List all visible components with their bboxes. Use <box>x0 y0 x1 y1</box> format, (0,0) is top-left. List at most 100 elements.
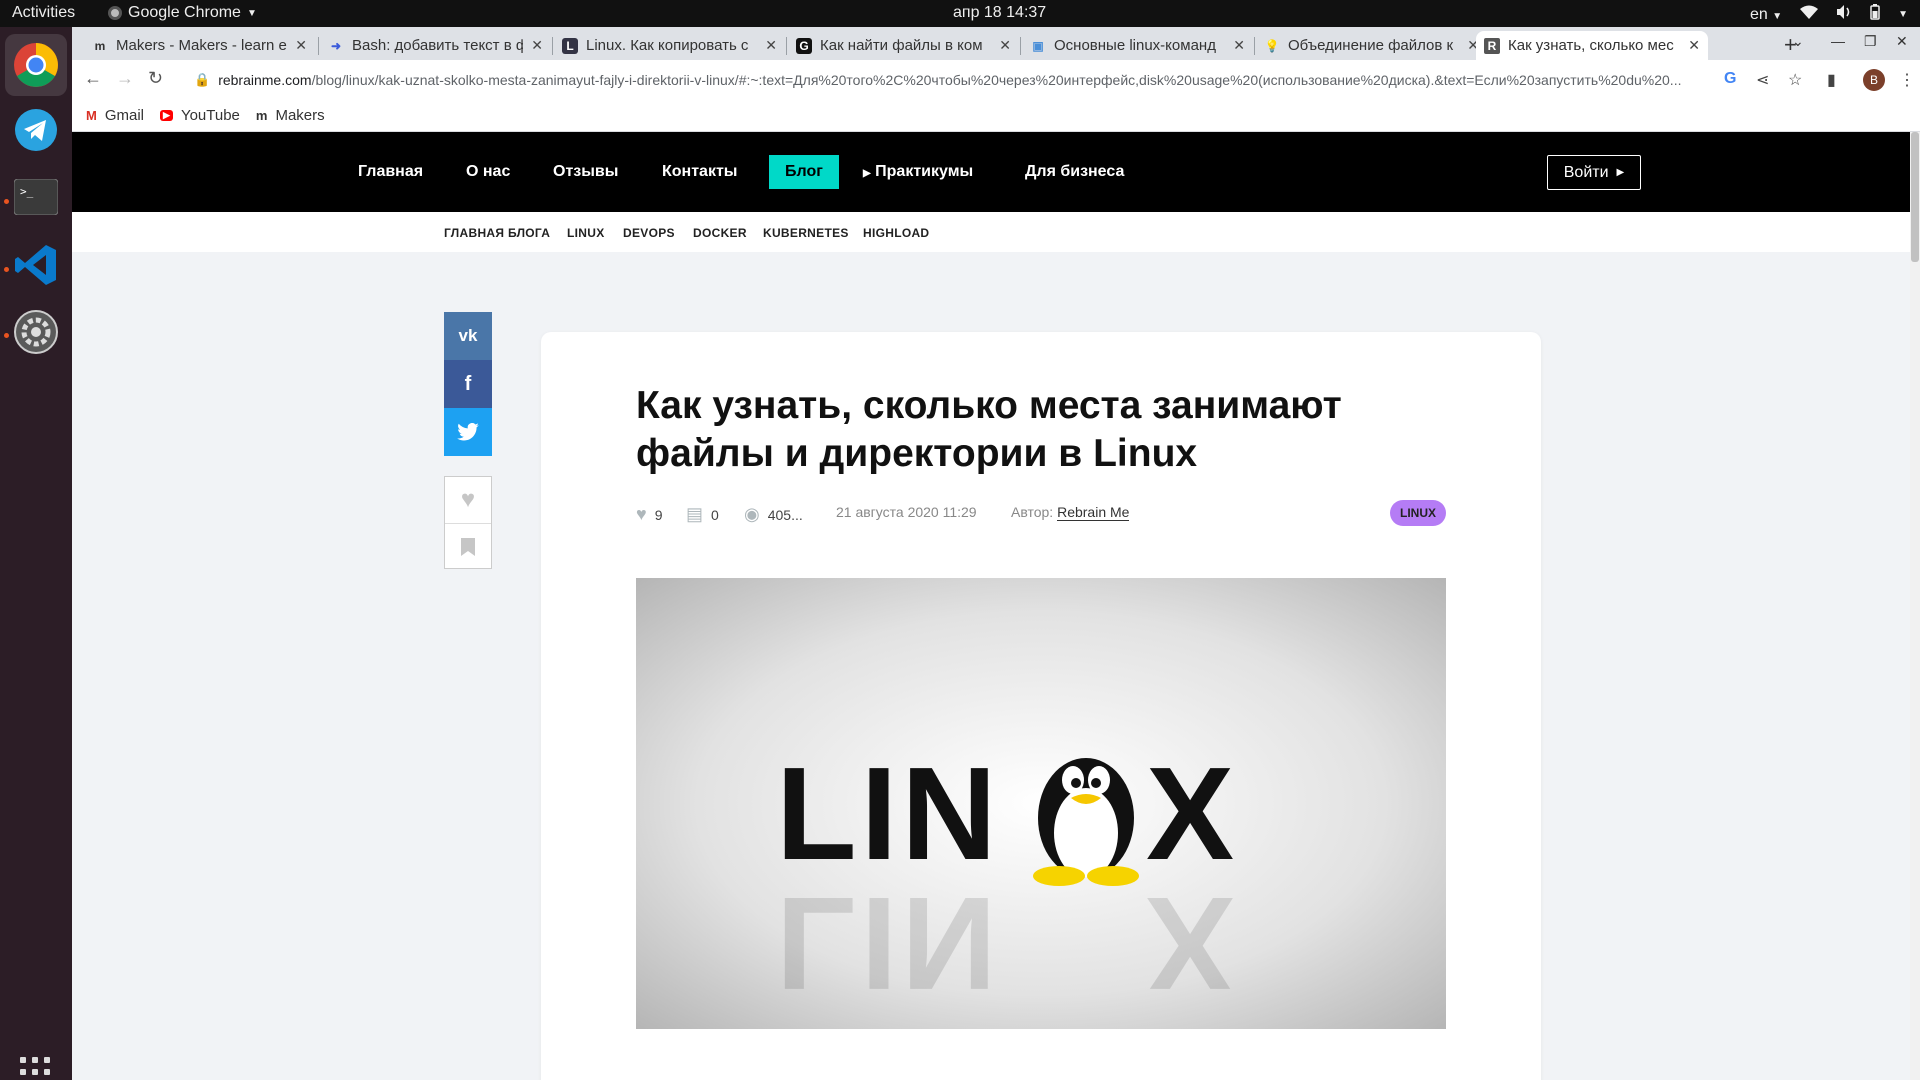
tab-active-article[interactable]: R Как узнать, сколько мес ✕ <box>1476 31 1708 60</box>
url-path: /blog/linux/kak-uznat-skolko-mesta-zanim… <box>311 72 1682 88</box>
nav-contacts[interactable]: Контакты <box>646 155 753 189</box>
share-icon[interactable]: ⋖ <box>1756 70 1769 90</box>
close-icon[interactable]: ✕ <box>765 37 777 54</box>
app-menu[interactable]: Google Chrome ▼ <box>108 4 257 22</box>
dock-telegram[interactable] <box>11 105 61 155</box>
page-viewport: Главная О нас Отзывы Контакты Блог ▶ Пра… <box>72 132 1920 1080</box>
subnav-docker[interactable]: DOCKER <box>693 226 747 240</box>
article-hero-image: LIN X LIN X <box>636 578 1446 1029</box>
running-indicator <box>4 267 9 272</box>
nav-practicums[interactable]: ▶ Практикумы <box>847 155 989 189</box>
show-apps-icon[interactable] <box>20 1057 50 1080</box>
language-indicator[interactable]: en ▼ <box>1750 6 1782 24</box>
tab-merge-files[interactable]: 💡 Объединение файлов к ✕ <box>1256 31 1487 60</box>
login-button[interactable]: Войти ▶ <box>1547 155 1641 190</box>
tab-title: Linux. Как копировать с <box>586 37 749 54</box>
tab-linux-copy[interactable]: L Linux. Как копировать с ✕ <box>554 31 785 60</box>
battery-icon[interactable] <box>1870 4 1880 25</box>
like-button[interactable]: ♥ <box>445 477 491 523</box>
site-navigation: Главная О нас Отзывы Контакты Блог ▶ Пра… <box>72 132 1910 212</box>
restore-icon[interactable]: ❐ <box>1864 33 1877 50</box>
facebook-share-button[interactable]: f <box>444 360 492 408</box>
bookmark-star-icon[interactable]: ☆ <box>1788 70 1802 90</box>
hero-text-left: LIN <box>776 740 1001 887</box>
comment-icon: ▤ <box>686 504 704 524</box>
caret-right-icon: ▶ <box>863 168 871 179</box>
bookmark-icon <box>461 537 475 556</box>
author-link[interactable]: Rebrain Me <box>1057 504 1130 521</box>
back-icon[interactable]: ← <box>84 68 102 89</box>
close-icon[interactable]: ✕ <box>1233 37 1245 54</box>
heart-icon: ♥ <box>636 504 647 524</box>
article-title: Как узнать, сколько места занимают файлы… <box>636 384 1342 475</box>
nav-label: Практикумы <box>875 163 974 180</box>
twitter-icon <box>457 423 479 441</box>
site-icon: R <box>1484 37 1500 54</box>
subnav-highload[interactable]: HIGHLOAD <box>863 226 929 240</box>
lock-icon[interactable]: 🔒 <box>194 72 210 88</box>
app-name: Google Chrome <box>128 4 241 21</box>
gmail-icon: M <box>86 108 97 123</box>
profile-avatar[interactable]: B <box>1863 69 1885 91</box>
subnav-kubernetes[interactable]: KUBERNETES <box>763 226 849 240</box>
dock-chrome[interactable] <box>5 34 67 96</box>
tab-find-files[interactable]: G Как найти файлы в ком ✕ <box>788 31 1019 60</box>
minimize-icon[interactable]: — <box>1831 33 1845 49</box>
tab-makers[interactable]: m Makers - Makers - learn e ✕ <box>84 31 315 60</box>
reload-icon[interactable]: ↻ <box>148 68 163 89</box>
close-icon[interactable]: ✕ <box>295 37 307 54</box>
volume-icon[interactable] <box>1836 5 1852 24</box>
menu-icon[interactable]: ⋮ <box>1899 70 1915 90</box>
dock-terminal[interactable]: >_ <box>11 172 61 222</box>
wifi-icon[interactable] <box>1800 5 1819 24</box>
dock-vscode[interactable] <box>11 240 61 290</box>
side-panel-icon[interactable]: ▮ <box>1827 70 1836 90</box>
forward-icon[interactable]: → <box>116 68 134 89</box>
hero-text-right: X <box>1146 740 1239 887</box>
close-window-icon[interactable]: ✕ <box>1896 33 1908 50</box>
system-tray[interactable]: en ▼ ▼ <box>1750 4 1908 25</box>
share-panel: vk f <box>444 312 492 456</box>
lightbulb-icon: 💡 <box>1264 38 1280 53</box>
site-icon: ▣ <box>1032 38 1044 53</box>
subnav-devops[interactable]: DEVOPS <box>623 226 675 240</box>
tab-bash[interactable]: ➜ Bash: добавить текст в ф ✕ <box>320 31 551 60</box>
article-card: Как узнать, сколько места занимают файлы… <box>541 332 1541 1080</box>
nav-reviews[interactable]: Отзывы <box>537 155 634 189</box>
bookmark-youtube[interactable]: ▶ YouTube <box>160 107 240 124</box>
likes-count: ♥ 9 <box>636 504 662 525</box>
chevron-down-icon[interactable]: ▼ <box>1898 9 1908 20</box>
activities-button[interactable]: Activities <box>12 4 75 22</box>
chrome-icon <box>108 6 122 20</box>
close-icon[interactable]: ✕ <box>1688 37 1700 54</box>
twitter-share-button[interactable] <box>444 408 492 456</box>
close-icon[interactable]: ✕ <box>531 37 543 54</box>
bookmark-gmail[interactable]: M Gmail <box>86 107 144 124</box>
tux-penguin-icon <box>1033 758 1139 886</box>
caret-right-icon: ▶ <box>1616 167 1625 178</box>
blog-subnav: ГЛАВНАЯ БЛОГА LINUX DEVOPS DOCKER KUBERN… <box>72 212 1910 252</box>
nav-home[interactable]: Главная <box>342 155 439 189</box>
dock-settings[interactable] <box>11 307 61 357</box>
category-tag[interactable]: LINUX <box>1390 500 1446 526</box>
tab-linux-commands[interactable]: ▣ Основные linux-команд ✕ <box>1022 31 1253 60</box>
hero-reflection-right: X <box>1146 870 1239 1017</box>
subnav-linux[interactable]: LINUX <box>567 226 605 240</box>
nav-blog[interactable]: Блог <box>769 155 839 189</box>
nav-about[interactable]: О нас <box>450 155 526 189</box>
page-scrollbar[interactable] <box>1910 132 1920 1080</box>
clock[interactable]: апр 18 14:37 <box>953 4 1046 22</box>
subnav-blog-home[interactable]: ГЛАВНАЯ БЛОГА <box>444 226 550 240</box>
google-lens-icon[interactable]: G <box>1724 70 1736 88</box>
scrollbar-thumb[interactable] <box>1911 132 1919 262</box>
bookmark-button[interactable] <box>445 523 491 569</box>
close-icon[interactable]: ✕ <box>999 37 1011 54</box>
site-icon: G <box>796 37 812 54</box>
vk-share-button[interactable]: vk <box>444 312 492 360</box>
eye-icon: ◉ <box>744 504 760 524</box>
bookmark-makers[interactable]: m Makers <box>256 107 325 124</box>
tab-search-icon[interactable]: ⌄ <box>1792 33 1804 50</box>
makers-icon: m <box>94 38 106 53</box>
address-bar[interactable]: 🔒 rebrainme.com/blog/linux/kak-uznat-sko… <box>180 64 1780 96</box>
nav-business[interactable]: Для бизнеса <box>1009 155 1140 189</box>
